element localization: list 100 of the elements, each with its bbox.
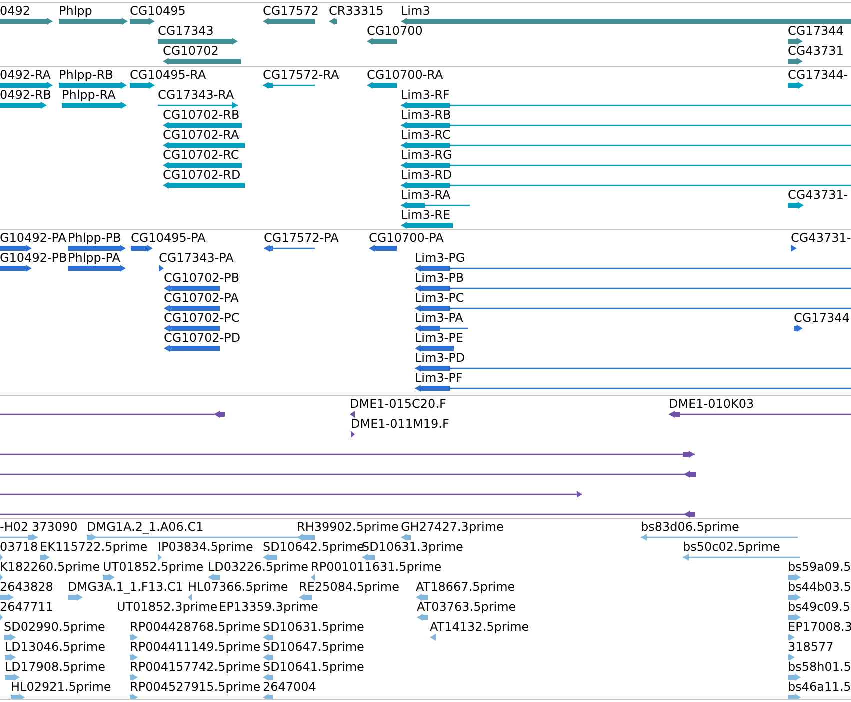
feature-glyph[interactable]: [0, 265, 32, 272]
feature-glyph[interactable]: [367, 82, 397, 89]
feature-glyph[interactable]: [401, 202, 470, 209]
feature-glyph[interactable]: [159, 265, 164, 272]
feature-label: CG10702-RB: [163, 108, 240, 122]
feature-label: EP13359.3prime: [219, 600, 318, 614]
feature-glyph[interactable]: [351, 431, 355, 438]
feature-glyph[interactable]: [415, 305, 851, 312]
feature-glyph[interactable]: [401, 142, 851, 149]
feature-glyph[interactable]: [791, 245, 797, 252]
feature-label: CG43731-: [791, 231, 851, 245]
feature-glyph[interactable]: [59, 18, 128, 25]
feature-glyph[interactable]: [163, 162, 242, 169]
feature-glyph[interactable]: [59, 82, 127, 89]
feature-label: CG17343-RA: [158, 88, 234, 102]
feature-glyph[interactable]: [415, 265, 851, 272]
feature-label: CG17572-PA: [264, 231, 339, 245]
feature-label: K182260.5prime: [0, 560, 100, 574]
feature-glyph[interactable]: [0, 451, 695, 458]
feature-label: IP03834.5prime: [158, 540, 254, 554]
feature-label: Lim3-PF: [415, 371, 463, 385]
feature-glyph[interactable]: [401, 122, 851, 129]
feature-label: DMG1A.2_1.A06.C1: [87, 520, 204, 534]
feature-glyph[interactable]: [164, 325, 220, 332]
feature-glyph[interactable]: [0, 511, 695, 518]
feature-glyph[interactable]: [0, 82, 53, 89]
feature-glyph[interactable]: [788, 82, 804, 89]
feature-glyph[interactable]: [788, 58, 803, 65]
feature-glyph[interactable]: [164, 305, 220, 312]
feature-label: Lim3-PE: [415, 331, 464, 345]
feature-glyph[interactable]: [329, 18, 337, 25]
feature-glyph[interactable]: [68, 265, 126, 272]
feature-glyph[interactable]: [415, 345, 454, 352]
feature-label: bs59a09.5: [788, 560, 851, 574]
feature-label: CG17343: [158, 24, 214, 38]
feature-glyph[interactable]: [130, 82, 155, 89]
feature-glyph[interactable]: [263, 82, 315, 89]
feature-label: SD10641.5prime: [263, 660, 364, 674]
feature-label: SD10642.5prime: [263, 540, 364, 554]
feature-glyph[interactable]: [794, 325, 803, 332]
feature-label: CG10700-RA: [367, 68, 444, 82]
feature-label: Phlpp-PA: [68, 251, 120, 265]
feature-glyph[interactable]: [158, 102, 238, 109]
feature-label: CG10495: [130, 4, 186, 18]
feature-label: SD10631.3prime: [362, 540, 464, 554]
feature-glyph[interactable]: [350, 411, 355, 418]
feature-glyph[interactable]: [0, 102, 47, 109]
feature-label: bs58h01.5: [788, 660, 851, 674]
feature-glyph[interactable]: [164, 345, 220, 352]
feature-label: CG10702-PB: [164, 271, 240, 285]
feature-label: 2643828: [0, 580, 54, 594]
feature-label: Phlpp-PB: [68, 231, 122, 245]
feature-label: CG17344: [788, 24, 844, 38]
feature-glyph[interactable]: [158, 38, 238, 45]
feature-glyph[interactable]: [401, 18, 851, 25]
feature-label: bs46a11.5: [788, 680, 851, 694]
feature-glyph[interactable]: [131, 245, 153, 252]
feature-glyph[interactable]: [163, 142, 245, 149]
feature-label: AT03763.5prime: [417, 600, 516, 614]
feature-glyph[interactable]: [415, 285, 851, 292]
feature-label: CG10702-RD: [163, 168, 241, 182]
feature-label: AT14132.5prime: [430, 620, 530, 634]
feature-glyph[interactable]: [164, 285, 220, 292]
feature-label: G10492-PA: [0, 231, 66, 245]
feature-glyph[interactable]: [0, 471, 696, 478]
feature-glyph[interactable]: [68, 245, 126, 252]
feature-glyph[interactable]: [369, 245, 397, 252]
feature-glyph[interactable]: [0, 245, 32, 252]
feature-glyph[interactable]: [401, 102, 851, 109]
feature-glyph[interactable]: [163, 182, 245, 189]
feature-glyph[interactable]: [788, 38, 803, 45]
feature-label: Lim3-PB: [415, 271, 464, 285]
feature-glyph[interactable]: [163, 58, 241, 65]
feature-label: 373090: [32, 520, 78, 534]
feature-glyph[interactable]: [415, 365, 851, 372]
feature-label: 0492-RA: [0, 68, 51, 82]
feature-label: UT01852.3prime: [117, 600, 218, 614]
feature-label: CG43731-: [788, 188, 848, 202]
feature-label: RP004527915.5prime: [130, 680, 261, 694]
feature-glyph[interactable]: [0, 411, 225, 418]
feature-glyph[interactable]: [263, 18, 315, 25]
feature-label: UT01852.5prime: [103, 560, 204, 574]
feature-glyph[interactable]: [0, 491, 582, 498]
feature-glyph[interactable]: [367, 38, 397, 45]
feature-label: Lim3-RG: [401, 148, 452, 162]
feature-glyph[interactable]: [415, 385, 851, 392]
feature-glyph[interactable]: [415, 325, 468, 332]
feature-glyph[interactable]: [669, 411, 851, 418]
feature-glyph[interactable]: [401, 182, 851, 189]
feature-label: Lim3-RD: [401, 168, 452, 182]
feature-glyph[interactable]: [0, 18, 53, 25]
feature-glyph[interactable]: [62, 102, 127, 109]
feature-glyph[interactable]: [401, 162, 851, 169]
feature-glyph[interactable]: [788, 202, 804, 209]
feature-glyph[interactable]: [163, 122, 242, 129]
feature-label: Lim3-PA: [415, 311, 464, 325]
feature-glyph[interactable]: [264, 245, 315, 252]
feature-glyph[interactable]: [401, 222, 453, 229]
feature-label: bs49c09.5: [788, 600, 850, 614]
feature-glyph[interactable]: [130, 18, 155, 25]
